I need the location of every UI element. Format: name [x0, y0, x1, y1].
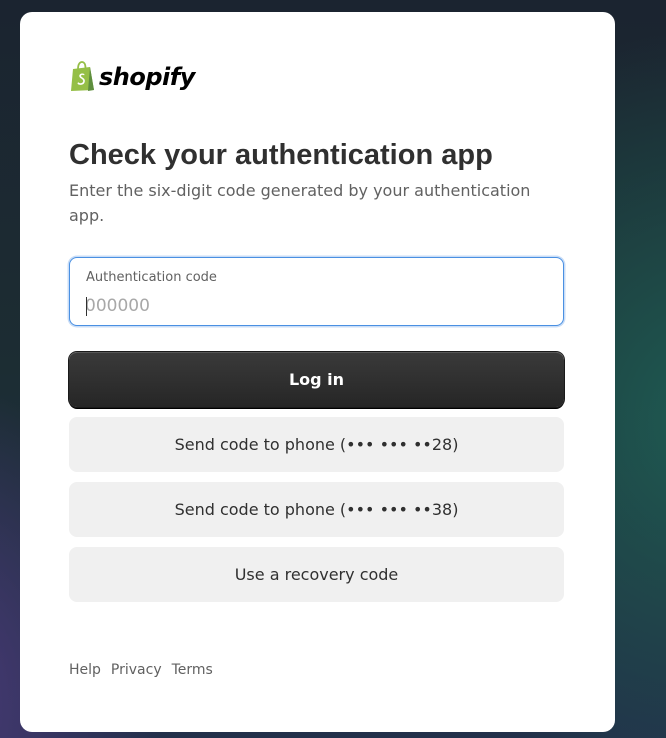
privacy-link[interactable]: Privacy [111, 662, 162, 678]
shopify-logo: shopify [69, 61, 195, 92]
footer-links: Help Privacy Terms [69, 662, 213, 678]
authentication-code-input[interactable] [85, 294, 545, 318]
text-caret [86, 297, 87, 316]
shopify-bag-icon [71, 61, 94, 91]
send-code-phone-38-button[interactable]: Send code to phone (••• ••• ••38) [69, 482, 564, 537]
authentication-code-field[interactable]: Authentication code [69, 257, 564, 326]
page-title: Check your authentication app [69, 139, 493, 171]
shopify-wordmark: shopify [99, 62, 195, 91]
authentication-code-label: Authentication code [86, 270, 217, 285]
page-subtitle: Enter the six-digit code generated by yo… [69, 181, 531, 225]
log-in-button[interactable]: Log in [69, 352, 564, 407]
send-code-phone-28-button[interactable]: Send code to phone (••• ••• ••28) [69, 417, 564, 472]
login-card: shopify Check your authentication app En… [20, 12, 615, 732]
terms-link[interactable]: Terms [172, 662, 213, 678]
help-link[interactable]: Help [69, 662, 101, 678]
use-recovery-code-button[interactable]: Use a recovery code [69, 547, 564, 602]
